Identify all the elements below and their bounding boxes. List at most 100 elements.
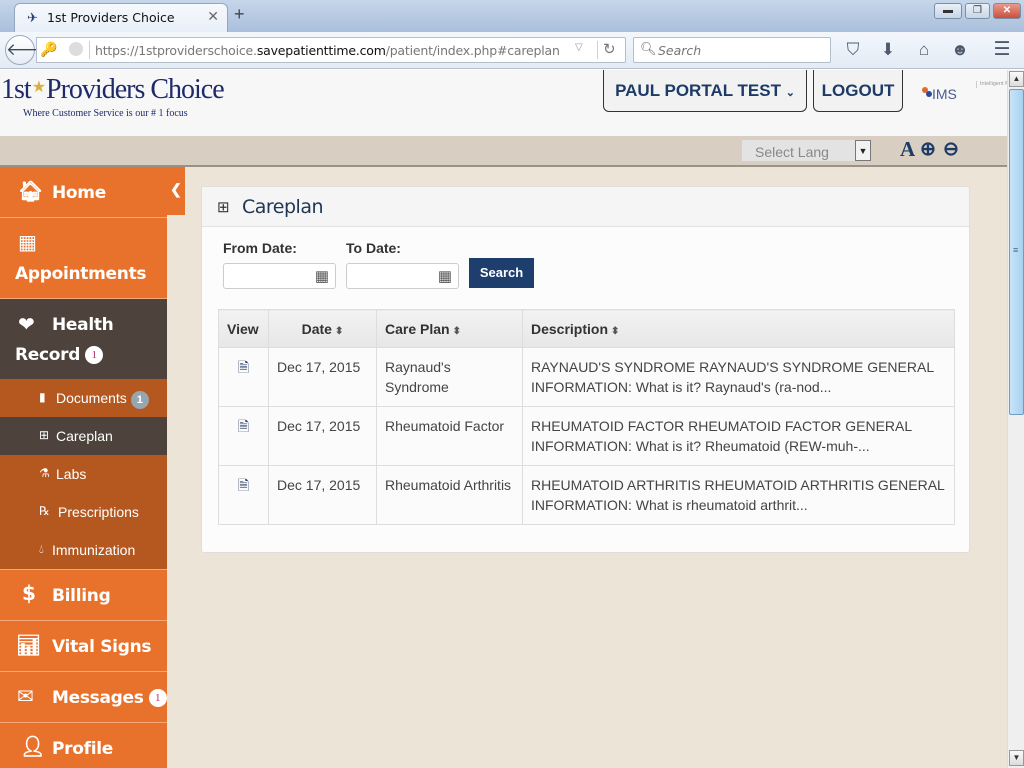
ims-logo: IMSIntelligent Medical Software xyxy=(922,81,1007,102)
calendar-icon[interactable]: ▦ xyxy=(438,267,452,285)
from-date-field[interactable]: ▦ xyxy=(223,263,336,289)
download-icon[interactable]: ⬇ xyxy=(877,40,899,60)
user-menu-button[interactable]: PAUL PORTAL TEST ⌄ xyxy=(603,70,807,112)
to-date-field[interactable]: ▦ xyxy=(346,263,459,289)
language-select[interactable]: Select Lang ▼ xyxy=(741,139,872,162)
back-button[interactable]: 🡐 xyxy=(5,35,52,65)
to-date-label: To Date: xyxy=(346,240,401,256)
sidebar-item-billing[interactable]: $ Billing xyxy=(0,570,167,621)
menu-icon[interactable]: ☰ xyxy=(991,38,1013,61)
restore-button[interactable]: ❐ xyxy=(965,3,990,19)
sidebar-item-home[interactable]: 🏠︎ Home xyxy=(0,167,167,218)
table-row: 🗎 Dec 17, 2015 Rheumatoid Arthritis RHEU… xyxy=(218,465,955,525)
sidebar-subitem-immunization[interactable]: 💧︎ Immunization xyxy=(0,531,167,570)
table-row: 🗎 Dec 17, 2015 Raynaud's Syndrome RAYNAU… xyxy=(218,347,955,407)
sidebar-item-health-record[interactable]: ❤ Health Record 1 xyxy=(0,299,167,379)
browser-title-bar: ✈ 1st Providers Choice ✕ + ▬ ❐ ✕ xyxy=(0,0,1024,32)
chevron-left-icon: ❮ xyxy=(170,181,182,197)
user-icon: 👤︎ xyxy=(20,734,46,758)
cell-date: Dec 17, 2015 xyxy=(268,406,377,466)
grip-icon: ≡ xyxy=(1013,245,1019,255)
view-document-icon[interactable]: 🗎 xyxy=(238,418,249,434)
cell-care-plan: Rheumatoid Arthritis xyxy=(376,465,523,525)
from-date-label: From Date: xyxy=(223,240,297,256)
key-icon: 🔑 xyxy=(40,41,58,57)
column-header-care-plan[interactable]: Care Plan ⬍ xyxy=(376,309,523,348)
minimize-button[interactable]: ▬ xyxy=(934,3,962,19)
sort-icon[interactable]: ⬍ xyxy=(335,326,343,337)
cell-date: Dec 17, 2015 xyxy=(268,465,377,525)
cell-care-plan: Raynaud's Syndrome xyxy=(376,347,523,407)
sidebar-subitem-careplan[interactable]: ⊞ Careplan xyxy=(0,417,167,455)
sidebar-item-vital-signs[interactable]: 📊︎ Vital Signs xyxy=(0,621,167,672)
page: 1st★Providers Choice Where Customer Serv… xyxy=(0,70,1007,768)
browser-search-input[interactable] xyxy=(658,41,823,59)
zoom-out-icon[interactable]: ⊖ xyxy=(943,138,959,161)
browser-nav-bar: 🡐 🔑 https://1stproviderschoice.savepatie… xyxy=(0,32,1024,69)
close-tab-icon[interactable]: ✕ xyxy=(207,8,219,25)
url-bar[interactable]: 🔑 https://1stproviderschoice.savepatient… xyxy=(36,37,626,63)
search-button[interactable]: Search xyxy=(469,258,534,288)
scroll-down-button[interactable]: ▼ xyxy=(1009,750,1024,766)
sort-icon[interactable]: ⬍ xyxy=(611,326,619,337)
pocket-icon[interactable]: ⛉ xyxy=(842,40,864,60)
panel-header: ⊞ Careplan xyxy=(202,187,969,227)
browser-tab[interactable]: ✈ 1st Providers Choice ✕ xyxy=(14,3,228,32)
chat-icon[interactable]: ☻ xyxy=(949,40,971,60)
url-text[interactable]: https://1stproviderschoice.savepatientti… xyxy=(95,43,560,58)
zoom-in-icon[interactable]: ⊕ xyxy=(920,138,936,161)
table-header-row: View Date ⬍ Care Plan ⬍ Description ⬍ xyxy=(218,309,955,348)
font-reset-button[interactable]: A xyxy=(900,137,915,162)
messages-badge: 1 xyxy=(148,689,167,707)
sidebar-subitem-labs[interactable]: ⚗ Labs xyxy=(0,455,167,493)
collapse-sidebar-button[interactable]: ❮ xyxy=(167,167,185,215)
home-icon[interactable]: ⌂ xyxy=(913,40,935,60)
view-document-icon[interactable]: 🗎 xyxy=(238,359,249,375)
bar-chart-icon: 📊︎ xyxy=(16,633,42,657)
medkit-icon: ⊞ xyxy=(217,199,230,216)
sidebar-subitem-prescriptions[interactable]: ℞ Prescriptions xyxy=(0,493,167,531)
scroll-up-button[interactable]: ▲ xyxy=(1009,71,1024,87)
documents-badge: 1 xyxy=(130,391,149,409)
cell-date: Dec 17, 2015 xyxy=(268,347,377,407)
calendar-icon[interactable]: ▦ xyxy=(315,267,329,285)
careplan-table: View Date ⬍ Care Plan ⬍ Description ⬍ 🗎 Dec… xyxy=(218,309,955,525)
health-record-badge: 1 xyxy=(85,346,104,364)
file-icon: ▮ xyxy=(39,390,46,404)
column-header-view: View xyxy=(218,309,269,348)
globe-icon xyxy=(69,42,83,56)
sort-icon[interactable]: ⬍ xyxy=(453,326,461,337)
medkit-icon: ⊞ xyxy=(39,428,50,442)
language-bar: Select Lang ▼ A ⊕ ⊖ xyxy=(0,136,1007,167)
from-date-input[interactable] xyxy=(228,265,313,287)
to-date-input[interactable] xyxy=(351,265,436,287)
sidebar-item-profile[interactable]: 👤︎ Profile xyxy=(0,723,167,768)
drop-icon: 💧︎ xyxy=(39,542,44,556)
cell-description: RHEUMATOID FACTOR RHEUMATOID FACTOR GENE… xyxy=(522,406,955,466)
vertical-scrollbar[interactable]: ▲ ≡ ▼ xyxy=(1007,70,1024,768)
column-header-date[interactable]: Date ⬍ xyxy=(268,309,377,348)
site-logo[interactable]: 1st★Providers Choice xyxy=(1,74,225,106)
cell-description: RHEUMATOID ARTHRITIS RHEUMATOID ARTHRITI… xyxy=(522,465,955,525)
view-document-icon[interactable]: 🗎 xyxy=(238,477,249,493)
sidebar-item-appointments[interactable]: ▦ Appointments xyxy=(0,218,167,299)
logout-button[interactable]: LOGOUT xyxy=(813,70,903,112)
sidebar-subitem-documents[interactable]: ▮ Documents 1 xyxy=(0,379,167,417)
tab-title: 1st Providers Choice xyxy=(47,10,175,25)
site-header: 1st★Providers Choice Where Customer Serv… xyxy=(0,70,1007,136)
new-tab-button[interactable]: + xyxy=(234,4,245,25)
dropdown-arrow-icon: ▼ xyxy=(855,140,871,161)
sidebar-item-messages[interactable]: ✉ Messages 1 xyxy=(0,672,167,723)
reload-icon[interactable]: ↻ xyxy=(603,40,616,58)
column-header-description[interactable]: Description ⬍ xyxy=(522,309,955,348)
search-icon: 🔍︎ xyxy=(640,41,657,56)
prescription-icon: ℞ xyxy=(39,504,50,518)
browser-search-box[interactable]: 🔍︎ xyxy=(633,37,831,63)
page-title: Careplan xyxy=(242,196,324,218)
favicon-icon: ✈ xyxy=(27,10,38,25)
dollar-icon: $ xyxy=(22,581,36,605)
close-window-button[interactable]: ✕ xyxy=(993,3,1021,19)
url-dropdown-icon[interactable]: ▽ xyxy=(575,42,583,53)
chevron-down-icon: ⌄ xyxy=(785,87,795,99)
scrollbar-thumb[interactable]: ≡ xyxy=(1009,89,1024,415)
